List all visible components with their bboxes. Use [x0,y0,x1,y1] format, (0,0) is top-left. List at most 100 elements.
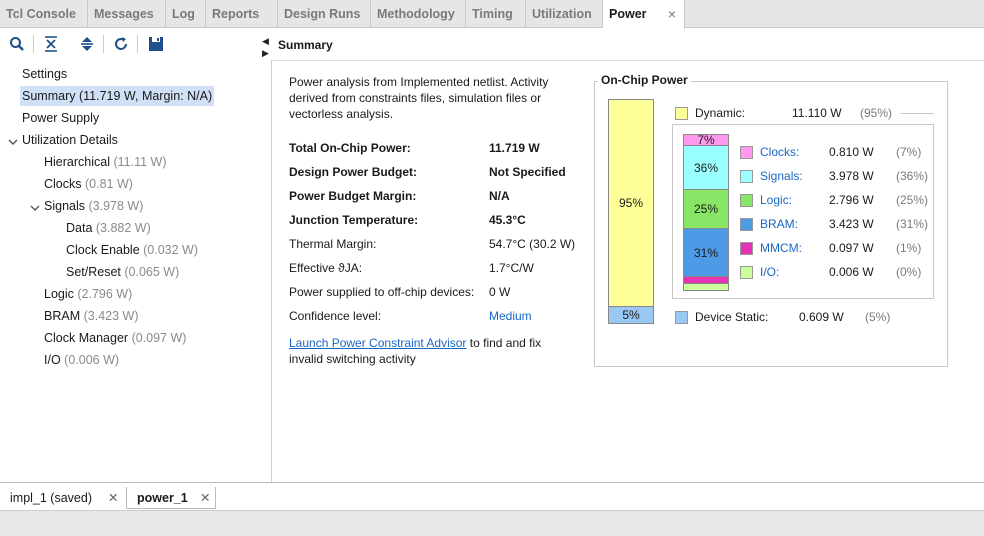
tab-label: Reports [212,7,260,21]
tree-item-summary[interactable]: Summary (11.719 W, Margin: N/A) [20,86,215,106]
bar-segment-signals: 36% [684,146,728,190]
tree-label: I/O [44,353,61,367]
tree-label: Power Supply [22,111,100,125]
thermal-margin-value: 54.7°C (30.2 W) [489,237,576,251]
tree-item-bram[interactable]: BRAM (3.423 W) [44,306,139,326]
tab-messages[interactable]: Messages [88,0,166,28]
io-link[interactable]: I/O: [760,264,779,280]
tab-power[interactable]: Power × [603,0,685,29]
signals-pct: (36%) [896,169,929,183]
tab-reports[interactable]: Reports [206,0,278,28]
static-value: 0.609 W [799,310,844,324]
tree-label: Clock Manager [44,331,129,345]
legend-row-logic: Logic: 2.796 W (25%) [740,192,930,208]
tree-item-power-supply[interactable]: Power Supply [22,108,99,128]
panel-toggle-icon[interactable]: ◀ ▶ [262,35,269,59]
legend-row-io: I/O: 0.006 W (0%) [740,264,930,280]
static-pct: (5%) [865,310,891,324]
tree-item-clock-manager[interactable]: Clock Manager (0.097 W) [44,328,186,348]
tab-impl-1[interactable]: impl_1 (saved) ✕ [0,487,126,509]
tree-item-clocks[interactable]: Clocks (0.81 W) [44,174,133,194]
bram-value: 3.423 W [829,217,874,231]
search-icon[interactable] [8,35,26,53]
tree-label: Logic [44,287,74,301]
junction-temp-value: 45.3°C [489,213,526,227]
io-value: 0.006 W [829,265,874,279]
off-chip-value: 0 W [489,285,511,299]
page-title: Summary [278,38,333,52]
clocks-value: 0.810 W [829,145,874,159]
legend-connector [900,113,934,114]
tab-log[interactable]: Log [166,0,206,28]
tree-value: (0.81 W) [85,177,133,191]
legend-row-bram: BRAM: 3.423 W (31%) [740,216,930,232]
run-tab-bar: impl_1 (saved) ✕ power_1 ✕ [0,482,984,510]
tree-label: Hierarchical [44,155,110,169]
tree-item-utilization-details[interactable]: Utilization Details [22,130,118,150]
collapse-all-icon[interactable] [42,35,60,53]
advisor-text: Launch Power Constraint Advisor to find … [289,335,569,367]
tab-label: Utilization [532,7,592,21]
toolbar-separator [33,35,34,53]
legend-row-signals: Signals: 3.978 W (36%) [740,168,930,184]
tab-timing[interactable]: Timing [466,0,526,28]
status-bar [0,510,984,536]
close-icon[interactable]: ✕ [108,487,118,509]
mmcm-link[interactable]: MMCM: [760,240,802,256]
dynamic-label: Dynamic: [695,106,746,120]
tab-label: Design Runs [284,7,361,21]
tab-utilization[interactable]: Utilization [526,0,603,28]
static-legend: Device Static: 0.609 W (5%) [675,309,925,325]
tree-label: Set/Reset [66,265,121,279]
save-icon[interactable] [147,35,165,53]
report-tree: Settings Summary (11.719 W, Margin: N/A)… [0,60,272,482]
budget-value: Not Specified [489,165,566,179]
close-icon[interactable]: × [668,0,676,28]
dynamic-bar-label: 95% [618,196,644,210]
chevron-down-icon[interactable] [8,137,18,147]
tree-item-data[interactable]: Data (3.882 W) [66,218,151,238]
logic-value: 2.796 W [829,193,874,207]
toolbar-separator [137,35,138,53]
tree-item-set-reset[interactable]: Set/Reset (0.065 W) [66,262,179,282]
tree-label: Data [66,221,93,235]
dynamic-pct: (95%) [860,106,893,120]
tree-label: Clocks [44,177,82,191]
bar-segment-clocks: 7% [684,134,728,146]
bar-segment-bram: 31% [684,229,728,277]
tree-item-clock-enable[interactable]: Clock Enable (0.032 W) [66,240,198,260]
power-constraint-advisor-link[interactable]: Launch Power Constraint Advisor [289,336,466,350]
logic-pct: (25%) [896,193,929,207]
tree-item-logic[interactable]: Logic (2.796 W) [44,284,132,304]
refresh-icon[interactable] [112,35,130,53]
confidence-link[interactable]: Medium [489,309,532,323]
summary-header: ◀ ▶ Summary [262,29,984,61]
tree-label: Signals [44,199,85,213]
expand-all-icon[interactable] [78,35,96,53]
summary-description: Power analysis from Implemented netlist.… [289,75,549,121]
logic-link[interactable]: Logic: [760,192,792,208]
bram-link[interactable]: BRAM: [760,216,798,232]
chevron-down-icon[interactable] [30,203,40,213]
tree-item-io[interactable]: I/O (0.006 W) [44,350,119,370]
dynamic-value: 11.110 W [792,106,842,120]
tab-power-1[interactable]: power_1 ✕ [126,487,216,509]
tree-item-signals[interactable]: Signals (3.978 W) [44,196,143,216]
io-pct: (0%) [896,265,922,279]
tree-label: Settings [22,67,68,81]
tab-methodology[interactable]: Methodology [371,0,466,28]
tree-value: (3.423 W) [83,309,139,323]
off-chip-label: Power supplied to off-chip devices: [289,285,475,299]
clocks-link[interactable]: Clocks: [760,144,799,160]
mmcm-value: 0.097 W [829,241,874,255]
tree-item-hierarchical[interactable]: Hierarchical (11.11 W) [44,152,167,172]
bar-segment-mmcm [684,277,728,284]
close-icon[interactable]: ✕ [200,487,210,509]
tree-label: Summary (11.719 W, Margin: N/A) [22,89,213,103]
static-bar-label: 5% [622,308,640,322]
tree-item-settings[interactable]: Settings [22,64,67,84]
bram-swatch [740,218,753,231]
signals-link[interactable]: Signals: [760,168,803,184]
tab-tcl-console[interactable]: Tcl Console [0,0,88,28]
tab-design-runs[interactable]: Design Runs [278,0,371,28]
